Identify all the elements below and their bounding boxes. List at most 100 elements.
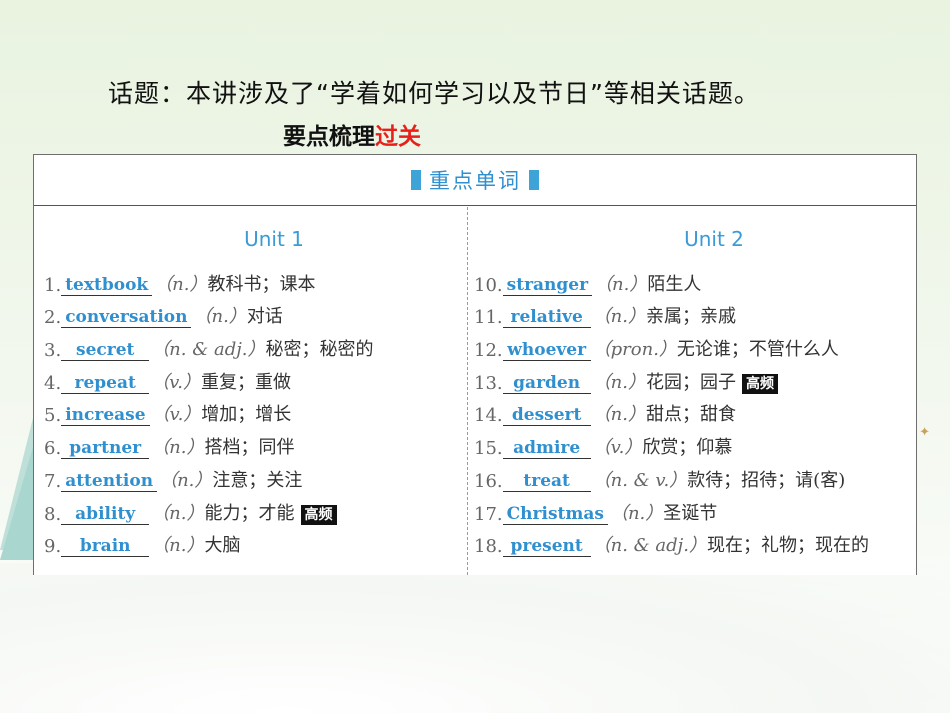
part-of-speech: （pron.） <box>592 339 677 361</box>
vocab-number: 15. <box>474 438 503 460</box>
vocab-meaning: 对话 <box>246 306 283 328</box>
vocab-number: 1. <box>44 274 62 296</box>
vocab-word: textbook <box>61 275 153 296</box>
card-header-title: 重点单词 <box>429 169 521 193</box>
vocab-word: garden <box>502 373 591 394</box>
section-subtitle: 要点梳理过关 <box>283 117 421 151</box>
vocab-number: 16. <box>474 470 503 492</box>
vocab-row: 3. secret （n. & adj.） 秘密；秘密的 <box>44 328 464 362</box>
card-header: 重点单词 <box>34 155 916 206</box>
vocab-number: 3. <box>44 340 62 362</box>
part-of-speech: （v.） <box>151 404 202 426</box>
vocab-row: 10. stranger （n.） 陌生人 <box>474 263 914 296</box>
vocab-number: 10. <box>474 274 503 296</box>
vocab-word: secret <box>61 340 150 362</box>
column-divider <box>467 207 468 575</box>
part-of-speech: （n.） <box>592 306 646 328</box>
vocab-word: present <box>502 536 591 558</box>
vocab-meaning: 陌生人 <box>647 273 702 295</box>
part-of-speech: （n.） <box>592 404 646 426</box>
part-of-speech: （n.） <box>193 306 247 328</box>
part-of-speech: （v.） <box>592 437 643 459</box>
vocab-word: repeat <box>61 373 150 394</box>
topic-line: 话题：本讲涉及了“学着如何学习以及节日”等相关话题。 <box>108 79 760 108</box>
vocab-number: 14. <box>474 405 503 427</box>
vocab-word: ability <box>61 504 150 525</box>
vocab-meaning: 增加；增长 <box>201 404 292 426</box>
vocab-meaning: 圣诞节 <box>663 502 718 524</box>
vocab-meaning: 搭档；同伴 <box>204 437 295 459</box>
vocab-word: relative <box>502 307 591 329</box>
unit-2-column: Unit 2 10. stranger （n.） 陌生人 11. relative （n.）… <box>474 207 914 558</box>
vocab-number: 18. <box>474 536 503 558</box>
vocab-number: 12. <box>474 340 503 362</box>
vocab-row: 1. textbook （n.） 教科书；课本 <box>44 263 464 296</box>
vocab-number: 2. <box>44 307 62 329</box>
header-bar-left-icon <box>411 170 421 190</box>
part-of-speech: （v.） <box>151 371 201 393</box>
vocab-word: stranger <box>502 275 593 296</box>
vocab-meaning: 能力；才能 <box>204 502 295 524</box>
high-frequency-badge: 高频 <box>741 373 778 394</box>
vocab-number: 6. <box>44 438 62 460</box>
vocab-number: 4. <box>44 372 62 394</box>
vocab-number: 7. <box>44 470 62 492</box>
vocab-number: 13. <box>474 372 503 394</box>
vocab-row: 15. admire （v.） 欣赏；仰慕 <box>474 426 914 460</box>
vocab-word: whoever <box>502 340 591 362</box>
vocab-word: Christmas <box>502 504 608 525</box>
vocab-row: 8. ability （n.） 能力；才能 高频 <box>44 492 464 525</box>
vocab-word: partner <box>61 438 150 460</box>
vocab-number: 11. <box>474 307 503 329</box>
vocab-word: admire <box>502 438 591 460</box>
vocab-word: attention <box>61 471 158 492</box>
vocab-meaning: 亲属；亲戚 <box>645 306 736 328</box>
vocab-row: 9. brain （n.） 大脑 <box>44 525 464 558</box>
vocab-row: 16. treat （n. & v.） 款待；招待；请(客) <box>474 459 914 492</box>
vocab-row: 7. attention （n.） 注意；关注 <box>44 459 464 492</box>
unit-1-column: Unit 1 1. textbook （n.） 教科书；课本 2. conversatio… <box>44 207 464 558</box>
vocab-meaning: 花园；园子 <box>645 371 736 393</box>
part-of-speech: （n.） <box>159 469 213 491</box>
vocab-meaning: 款待；招待；请(客) <box>687 469 846 491</box>
subtitle-main: 要点梳理 <box>283 124 375 150</box>
unit-2-rows: 10. stranger （n.） 陌生人 11. relative （n.） 亲属；亲戚 12… <box>474 263 914 558</box>
part-of-speech: （n.） <box>151 437 205 459</box>
vocab-meaning: 现在；礼物；现在的 <box>706 535 869 557</box>
vocab-row: 18. present （n. & adj.） 现在；礼物；现在的 <box>474 525 914 558</box>
part-of-speech: （n.） <box>154 273 208 295</box>
vocab-meaning: 重复；重做 <box>200 371 291 393</box>
vocab-row: 17. Christmas （n.） 圣诞节 <box>474 492 914 525</box>
unit-1-rows: 1. textbook （n.） 教科书；课本 2. conversation （n.） 对话… <box>44 263 464 558</box>
vocab-meaning: 大脑 <box>204 535 241 557</box>
vocab-row: 4. repeat （v.） 重复；重做 <box>44 361 464 394</box>
part-of-speech: （n. & v.） <box>592 469 688 491</box>
vocab-row: 13. garden （n.） 花园；园子 高频 <box>474 361 914 394</box>
snow-background <box>0 563 950 713</box>
high-frequency-badge: 高频 <box>300 504 337 525</box>
vocabulary-card: 重点单词 Unit 1 1. textbook （n.） 教科书；课本 2. conver… <box>33 154 917 575</box>
part-of-speech: （n.） <box>594 273 648 295</box>
vocab-number: 9. <box>44 536 62 558</box>
vocab-meaning: 秘密；秘密的 <box>265 339 374 361</box>
vocab-row: 11. relative （n.） 亲属；亲戚 <box>474 296 914 329</box>
vocab-meaning: 注意；关注 <box>212 469 303 491</box>
part-of-speech: （n.） <box>609 502 664 524</box>
vocab-row: 2. conversation （n.） 对话 <box>44 296 464 329</box>
unit-1-title: Unit 1 <box>244 227 304 251</box>
unit-2-title: Unit 2 <box>684 227 744 251</box>
vocab-word: conversation <box>61 307 192 329</box>
vocab-meaning: 甜点；甜食 <box>645 404 736 426</box>
part-of-speech: （n.） <box>592 371 646 393</box>
part-of-speech: （n.） <box>151 535 205 557</box>
vocab-number: 5. <box>44 405 62 427</box>
vocab-word: treat <box>502 471 591 492</box>
part-of-speech: （n. & adj.） <box>592 535 707 557</box>
vocab-number: 17. <box>474 503 503 525</box>
vocab-word: dessert <box>502 405 591 427</box>
vocab-meaning: 欣赏；仰慕 <box>642 437 733 459</box>
vocab-meaning: 教科书；课本 <box>207 273 316 295</box>
part-of-speech: （n.） <box>151 502 205 524</box>
vocab-word: increase <box>61 405 150 427</box>
vocab-row: 12. whoever （pron.） 无论谁；不管什么人 <box>474 328 914 362</box>
